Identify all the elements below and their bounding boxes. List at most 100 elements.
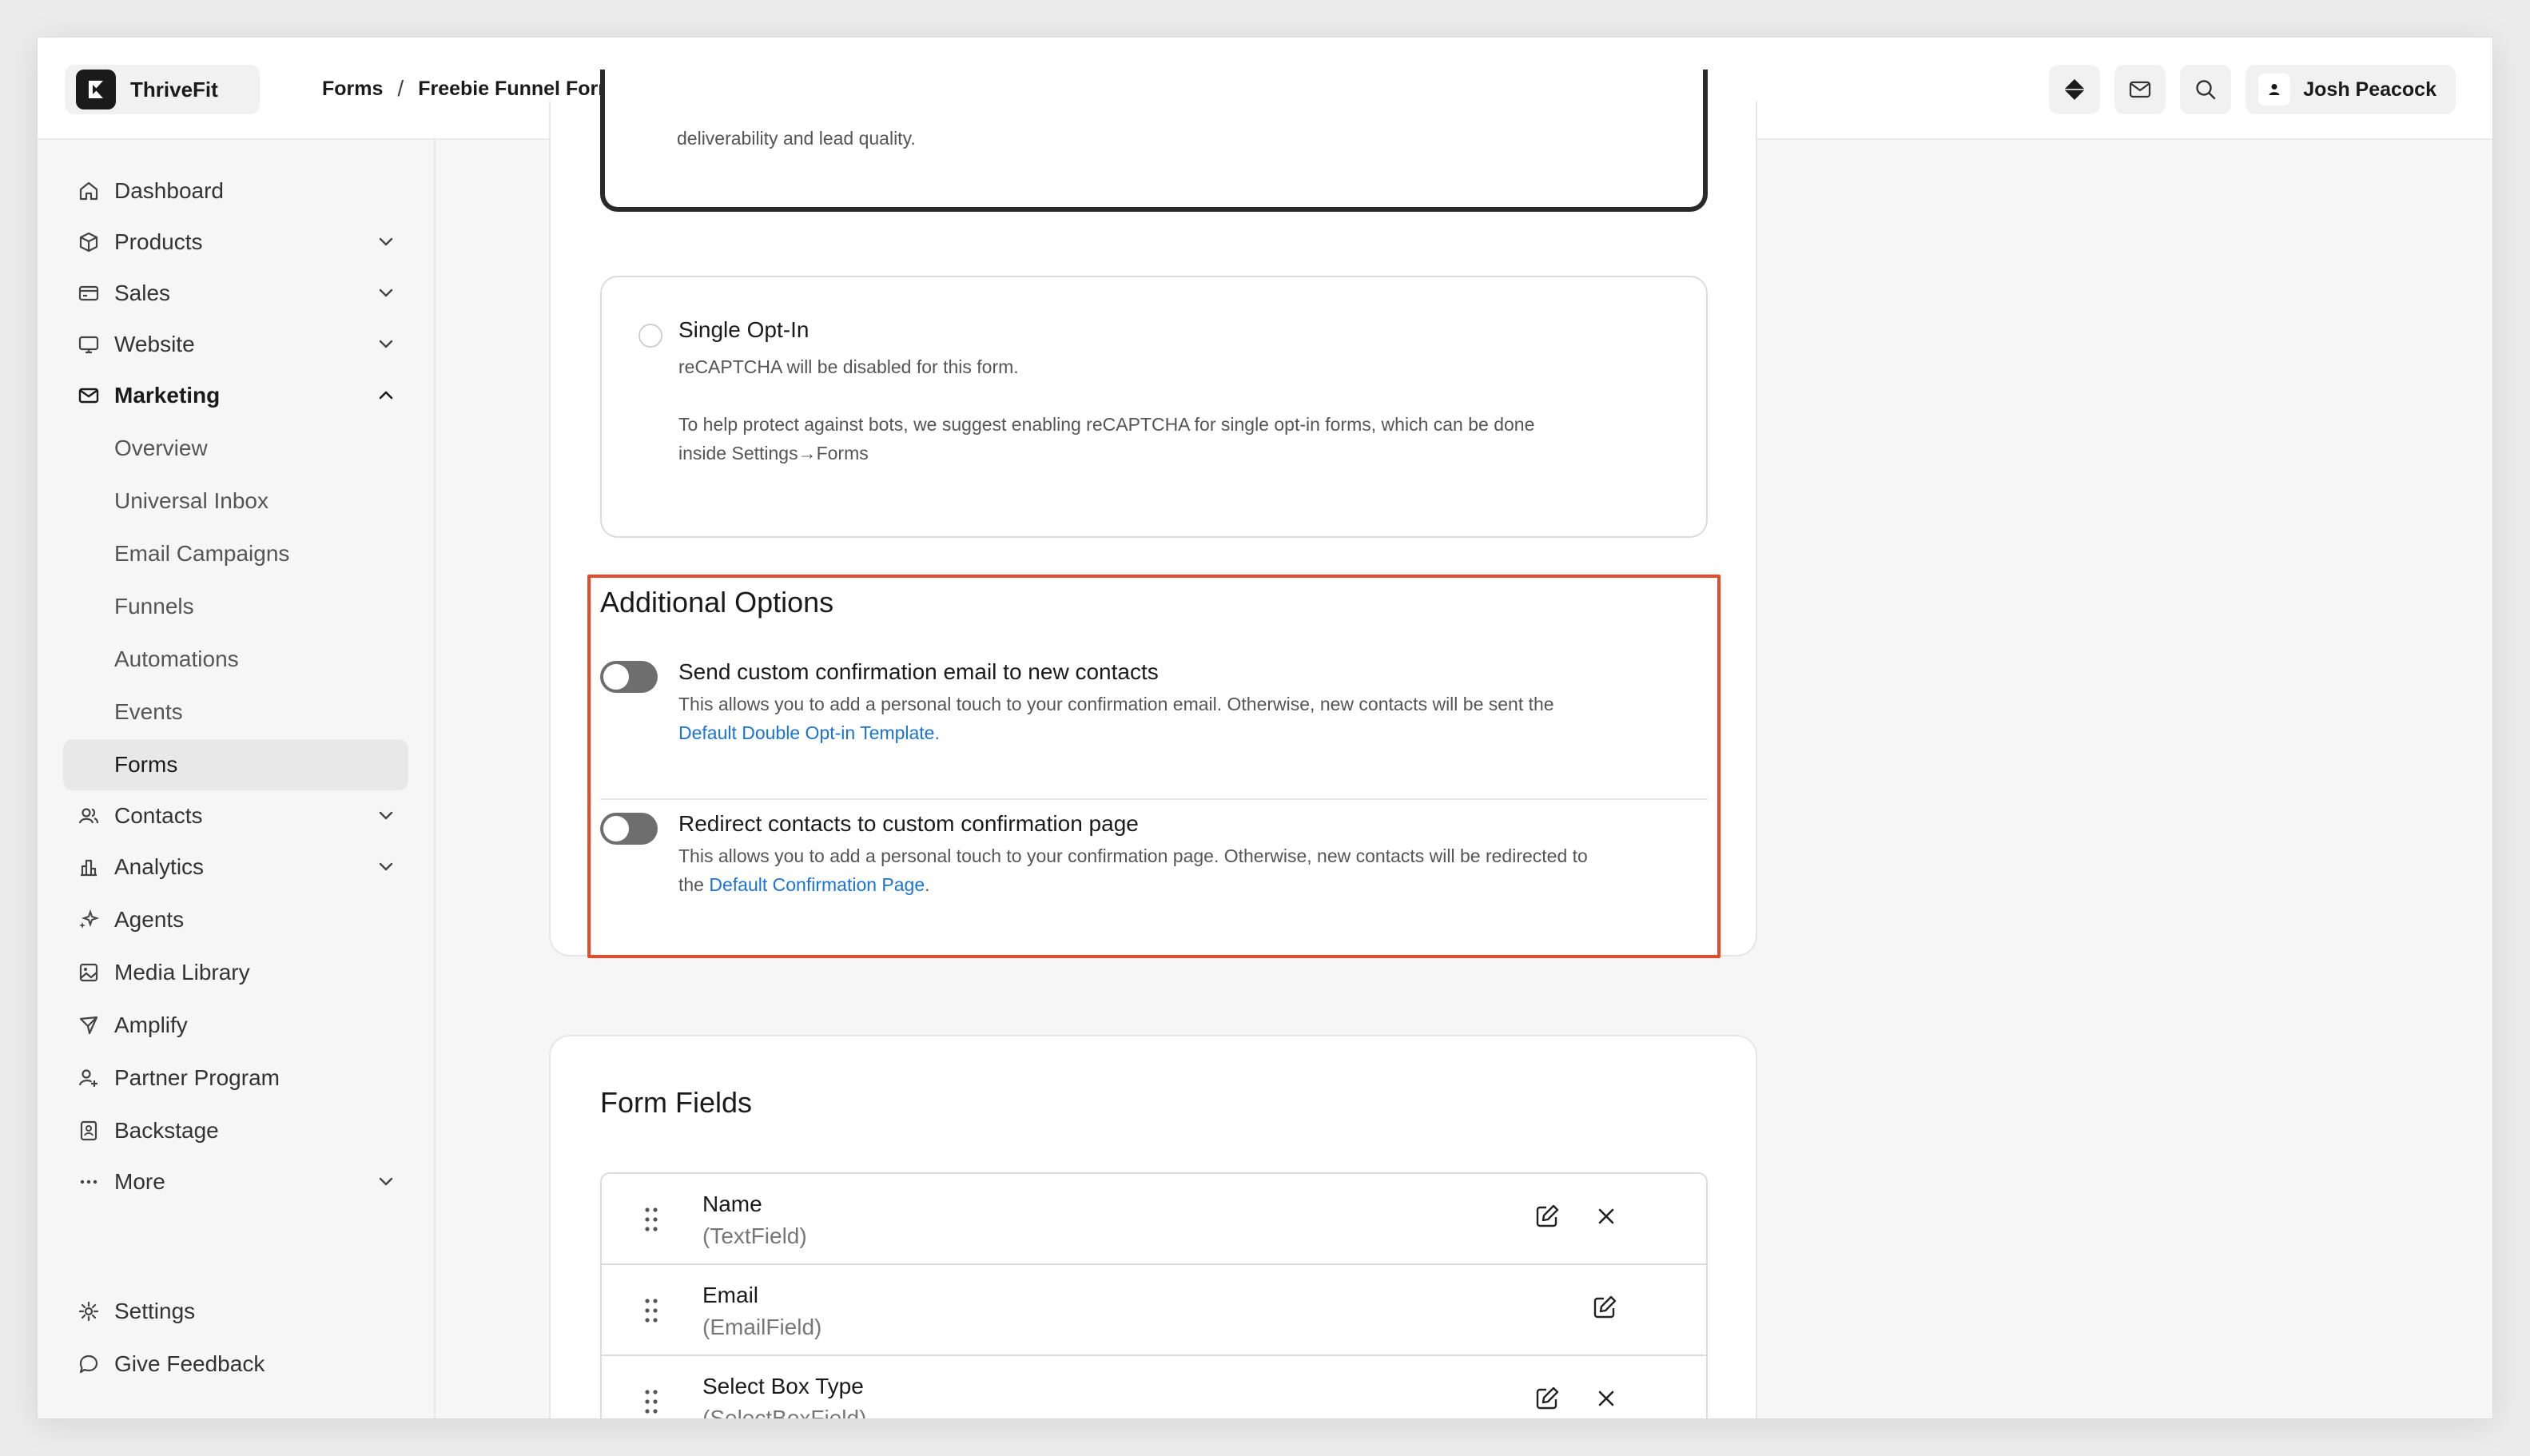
sidebar-item-contacts[interactable]: Contacts bbox=[63, 790, 408, 841]
custom-page-desc-text: This allows you to add a personal touch … bbox=[678, 845, 1588, 866]
sidebar-item-products[interactable]: Products bbox=[63, 217, 408, 268]
search-button[interactable] bbox=[2180, 65, 2232, 114]
sidebar: Dashboard Products Sales Website Marketi… bbox=[38, 140, 436, 1418]
diamond-icon bbox=[2064, 79, 2086, 100]
user-plus-icon bbox=[76, 1065, 101, 1091]
field-name: Email bbox=[702, 1283, 759, 1307]
single-optin-help-line1: To help protect against bots, we suggest… bbox=[678, 414, 1535, 435]
sidebar-item-agents[interactable]: Agents bbox=[63, 894, 408, 945]
sidebar-item-overview[interactable]: Overview bbox=[63, 423, 408, 474]
custom-page-title: Redirect contacts to custom confirmation… bbox=[678, 811, 1139, 836]
sidebar-item-label: Forms bbox=[114, 752, 178, 777]
options-divider bbox=[600, 798, 1708, 800]
sidebar-item-amplify[interactable]: Amplify bbox=[63, 1000, 408, 1051]
users-icon bbox=[76, 803, 101, 829]
field-type: (EmailField) bbox=[702, 1315, 822, 1339]
chevron-down-icon bbox=[379, 237, 393, 246]
sidebar-item-email-campaigns[interactable]: Email Campaigns bbox=[63, 528, 408, 579]
send-icon bbox=[76, 1012, 101, 1038]
sidebar-item-label: Website bbox=[114, 332, 195, 356]
close-icon[interactable] bbox=[1593, 1203, 1620, 1230]
sidebar-item-label: More bbox=[114, 1169, 165, 1194]
mail-icon bbox=[76, 383, 101, 408]
sidebar-item-label: Amplify bbox=[114, 1012, 188, 1037]
additional-options-title: Additional Options bbox=[600, 586, 834, 619]
mail-icon bbox=[2130, 81, 2151, 98]
single-optin-recaptcha-note: reCAPTCHA will be disabled for this form… bbox=[678, 356, 1019, 377]
edit-icon[interactable] bbox=[1534, 1385, 1561, 1412]
sparkle-icon bbox=[76, 907, 101, 933]
toggle-knob bbox=[603, 664, 629, 690]
chevron-up-icon bbox=[379, 391, 393, 400]
link-period: . bbox=[925, 874, 930, 895]
sidebar-item-events[interactable]: Events bbox=[63, 686, 408, 738]
drag-handle-icon[interactable] bbox=[643, 1297, 659, 1324]
sidebar-item-sales[interactable]: Sales bbox=[63, 268, 408, 319]
default-confirmation-page-link[interactable]: Default Confirmation Page bbox=[709, 874, 925, 895]
sidebar-item-analytics[interactable]: Analytics bbox=[63, 841, 408, 893]
table-row: Email (EmailField) bbox=[602, 1265, 1706, 1356]
sidebar-item-give-feedback[interactable]: Give Feedback bbox=[63, 1339, 408, 1390]
field-name: Select Box Type bbox=[702, 1374, 864, 1398]
sidebar-item-automations[interactable]: Automations bbox=[63, 634, 408, 685]
chart-icon bbox=[76, 854, 101, 880]
sidebar-item-settings[interactable]: Settings bbox=[63, 1286, 408, 1337]
sidebar-item-label: Universal Inbox bbox=[114, 488, 269, 513]
sidebar-item-label: Dashboard bbox=[114, 178, 224, 203]
custom-email-toggle[interactable] bbox=[600, 661, 658, 693]
sidebar-item-label: Sales bbox=[114, 280, 171, 305]
chat-icon bbox=[76, 1351, 101, 1377]
sidebar-item-universal-inbox[interactable]: Universal Inbox bbox=[63, 475, 408, 527]
drag-handle-icon[interactable] bbox=[643, 1206, 659, 1233]
sidebar-item-label: Agents bbox=[114, 907, 185, 932]
badge-icon bbox=[76, 1118, 101, 1144]
sidebar-item-funnels[interactable]: Funnels bbox=[63, 581, 408, 632]
sidebar-item-partner-program[interactable]: Partner Program bbox=[63, 1052, 408, 1104]
sidebar-item-label: Events bbox=[114, 699, 183, 724]
custom-page-toggle[interactable] bbox=[600, 813, 658, 845]
sidebar-item-label: Backstage bbox=[114, 1118, 219, 1143]
brand-name: ThriveFit bbox=[130, 77, 218, 101]
form-fields-title: Form Fields bbox=[600, 1086, 753, 1119]
brand-logo-icon bbox=[76, 70, 116, 109]
edit-icon[interactable] bbox=[1534, 1203, 1561, 1230]
double-optin-description: deliverability and lead quality. bbox=[677, 128, 916, 149]
image-icon bbox=[76, 960, 101, 985]
single-optin-option[interactable]: Single Opt-In reCAPTCHA will be disabled… bbox=[600, 276, 1708, 538]
sidebar-item-website[interactable]: Website bbox=[63, 319, 408, 370]
table-row: Select Box Type (SelectBoxField) bbox=[602, 1356, 1706, 1418]
chevron-down-icon bbox=[379, 811, 393, 820]
user-name: Josh Peacock bbox=[2303, 78, 2437, 101]
diamond-button[interactable] bbox=[2049, 65, 2101, 114]
sidebar-item-label: Funnels bbox=[114, 594, 194, 619]
double-optin-option[interactable]: deliverability and lead quality. bbox=[600, 70, 1708, 212]
breadcrumb-forms[interactable]: Forms bbox=[322, 78, 383, 101]
single-optin-title: Single Opt-In bbox=[678, 317, 810, 342]
sidebar-item-label: Automations bbox=[114, 646, 239, 671]
sidebar-item-media-library[interactable]: Media Library bbox=[63, 947, 408, 998]
custom-email-desc-text: This allows you to add a personal touch … bbox=[678, 694, 1554, 714]
user-menu-button[interactable]: Josh Peacock bbox=[2246, 65, 2456, 114]
mail-button[interactable] bbox=[2114, 65, 2166, 114]
sidebar-item-forms[interactable]: Forms bbox=[63, 739, 408, 790]
close-icon[interactable] bbox=[1593, 1385, 1620, 1412]
edit-icon[interactable] bbox=[1591, 1294, 1618, 1321]
field-type: (TextField) bbox=[702, 1223, 807, 1248]
drag-handle-icon[interactable] bbox=[643, 1388, 659, 1415]
sidebar-item-backstage[interactable]: Backstage bbox=[63, 1105, 408, 1156]
brand-switcher[interactable]: ThriveFit bbox=[65, 65, 260, 114]
form-fields-card: Form Fields Name (TextField) Email (Emai… bbox=[549, 1035, 1757, 1418]
single-optin-radio[interactable] bbox=[638, 324, 662, 348]
default-double-optin-template-link[interactable]: Default Double Opt-in Template bbox=[678, 722, 934, 743]
sidebar-item-label: Marketing bbox=[114, 383, 221, 408]
dots-icon bbox=[76, 1169, 101, 1195]
custom-page-description: This allows you to add a personal touch … bbox=[678, 841, 1717, 899]
box-icon bbox=[76, 229, 101, 255]
sidebar-item-label: Products bbox=[114, 229, 203, 254]
toggle-knob bbox=[603, 816, 629, 841]
search-icon bbox=[2196, 80, 2216, 100]
sidebar-item-label: Email Campaigns bbox=[114, 541, 290, 566]
sidebar-item-marketing[interactable]: Marketing bbox=[63, 370, 408, 421]
sidebar-item-more[interactable]: More bbox=[63, 1156, 408, 1207]
sidebar-item-dashboard[interactable]: Dashboard bbox=[63, 165, 408, 217]
